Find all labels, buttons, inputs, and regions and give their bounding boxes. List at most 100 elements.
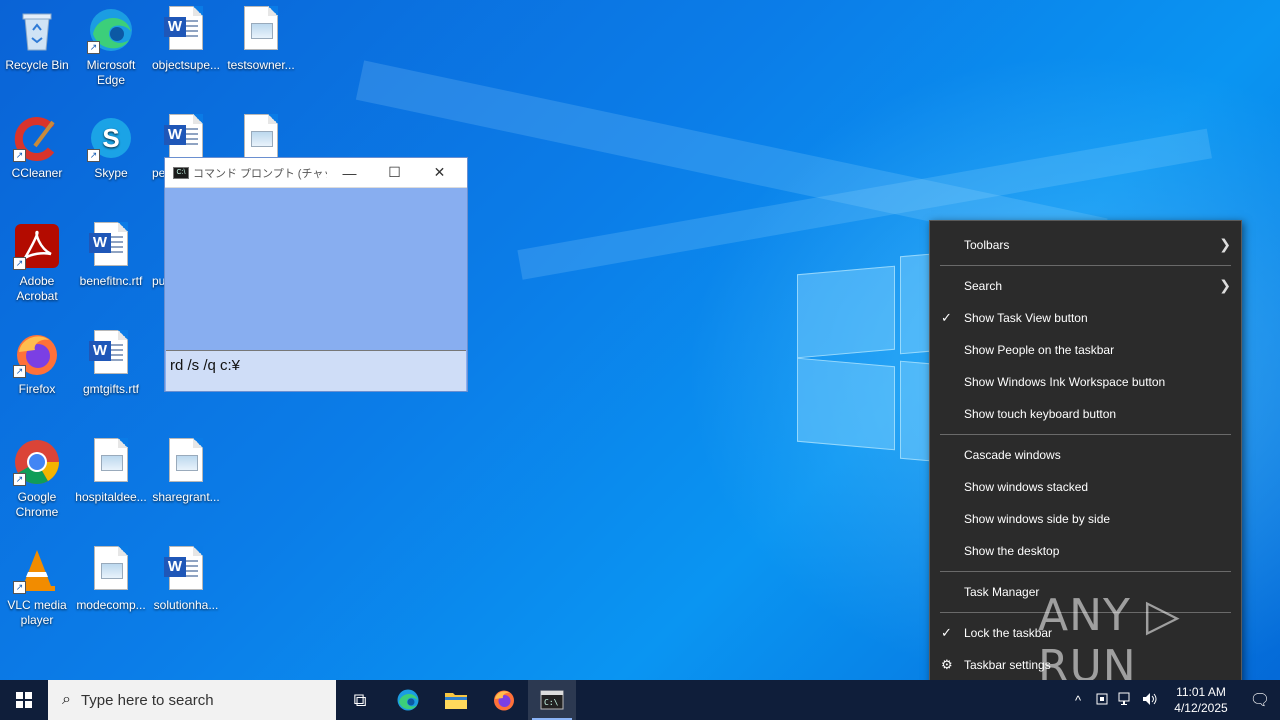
menu-item-label: Toolbars [964, 238, 1010, 252]
menu-item-show-task-view[interactable]: ✓ Show Task View button [930, 303, 1241, 333]
word-document-icon: W [162, 6, 210, 54]
acrobat-icon: ↗ [13, 222, 61, 270]
clock[interactable]: 11:01 AM 4/12/2025 [1162, 684, 1240, 716]
gear-icon: ⚙ [941, 657, 953, 672]
menu-item-windows-side-by-side[interactable]: Show windows side by side [930, 504, 1241, 534]
image-file-icon [237, 6, 285, 54]
desktop-icon-label: gmtgifts.rtf [82, 382, 139, 396]
desktop-icon-solutionha[interactable]: W solutionha... [149, 540, 223, 613]
wallpaper-logo-pane [797, 357, 895, 451]
desktop-icon-label: VLC media player [7, 598, 67, 627]
menu-item-label: Show touch keyboard button [964, 407, 1117, 421]
desktop-icon-vlc[interactable]: ↗ VLC media player [0, 540, 74, 628]
vlc-icon: ↗ [13, 546, 61, 594]
notification-center-icon[interactable]: 🗨 [1240, 690, 1280, 710]
desktop-icon-hospitaldee[interactable]: hospitaldee... [74, 432, 148, 505]
taskbar: ⌕ Type here to search ⧉ C:\ ^ 11:01 AM 4… [0, 680, 1280, 720]
desktop-icon-google-chrome[interactable]: ↗ Google Chrome [0, 432, 74, 520]
desktop-icon-recycle-bin[interactable]: Recycle Bin [0, 0, 74, 73]
desktop-icon-benefitnc[interactable]: W benefitnc.rtf [74, 216, 148, 289]
menu-item-cascade-windows[interactable]: Cascade windows [930, 440, 1241, 470]
file-explorer-icon [445, 693, 467, 709]
image-file-icon [237, 114, 285, 162]
system-tray: ^ 11:01 AM 4/12/2025 🗨 [1066, 680, 1280, 720]
menu-item-label: Search [964, 279, 1003, 293]
minimize-button[interactable]: — [327, 158, 372, 187]
command-prompt-window[interactable]: C:\ コマンド プロンプト (チャット... — ☐ ✕ rd /s /q c… [164, 157, 468, 392]
menu-item-show-people[interactable]: Show People on the taskbar [930, 335, 1241, 365]
edge-icon: ↗ [87, 6, 135, 54]
desktop-icon-objectsupe[interactable]: W objectsupe... [149, 0, 223, 73]
window-title-bar[interactable]: C:\ コマンド プロンプト (チャット... — ☐ ✕ [165, 158, 467, 188]
menu-item-label: Show windows side by side [964, 512, 1111, 526]
taskbar-app-command-prompt[interactable]: C:\ [528, 680, 576, 720]
taskbar-app-firefox[interactable] [480, 680, 528, 720]
menu-item-show-touch-keyboard[interactable]: Show touch keyboard button [930, 399, 1241, 429]
windows-logo-icon [16, 692, 32, 708]
shortcut-arrow-icon: ↗ [13, 581, 26, 594]
desktop-icon-label: Microsoft Edge [86, 58, 136, 87]
taskbar-search-box[interactable]: ⌕ Type here to search [48, 680, 336, 720]
desktop-icon-label: hospitaldee... [75, 490, 147, 504]
desktop-icon-label: Recycle Bin [5, 58, 69, 72]
command-input[interactable]: rd /s /q c:¥ [166, 350, 466, 391]
maximize-button[interactable]: ☐ [372, 158, 417, 187]
taskbar-app-edge[interactable] [384, 680, 432, 720]
wallpaper-logo-pane [797, 265, 895, 359]
desktop-icon-label: Adobe Acrobat [16, 274, 58, 303]
menu-item-windows-stacked[interactable]: Show windows stacked [930, 472, 1241, 502]
network-icon[interactable] [1114, 692, 1138, 709]
desktop-icon-testsowner[interactable]: testsowner... [224, 0, 298, 73]
desktop-icon-label: modecomp... [76, 598, 146, 612]
desktop-icon-modecomp[interactable]: modecomp... [74, 540, 148, 613]
taskbar-app-file-explorer[interactable] [432, 680, 480, 720]
chrome-icon: ↗ [13, 438, 61, 486]
menu-item-label: Show Task View button [964, 311, 1088, 325]
menu-item-label: Show the desktop [964, 544, 1060, 558]
task-view-button[interactable]: ⧉ [336, 680, 384, 720]
search-placeholder: Type here to search [80, 691, 214, 709]
show-hidden-icons-chevron[interactable]: ^ [1066, 693, 1090, 708]
word-document-icon: W [162, 114, 210, 162]
desktop-icon-gmtgifts[interactable]: W gmtgifts.rtf [74, 324, 148, 397]
desktop-icon-edge[interactable]: ↗ Microsoft Edge [74, 0, 148, 88]
svg-text:S: S [102, 123, 119, 153]
desktop-icon-label: sharegrant... [152, 490, 220, 504]
desktop-icon-label: Skype [94, 166, 128, 180]
menu-separator [940, 265, 1231, 266]
menu-item-label: Show Windows Ink Workspace button [964, 375, 1166, 389]
checkmark-icon: ✓ [941, 625, 952, 640]
desktop-icon-adobe-acrobat[interactable]: ↗ Adobe Acrobat [0, 216, 74, 304]
menu-item-search[interactable]: Search ❯ [930, 271, 1241, 301]
start-button[interactable] [0, 680, 48, 720]
desktop-icon-label: CCleaner [11, 166, 63, 180]
wallpaper-logo-pane [900, 360, 930, 462]
menu-item-label: Show People on the taskbar [964, 343, 1115, 357]
menu-item-show-ink-workspace[interactable]: Show Windows Ink Workspace button [930, 367, 1241, 397]
desktop-icon-label: benefitnc.rtf [79, 274, 143, 288]
word-document-icon: W [87, 330, 135, 378]
image-file-icon [162, 438, 210, 486]
desktop-icon-label: Firefox [18, 382, 56, 396]
shortcut-arrow-icon: ↗ [13, 365, 26, 378]
volume-icon[interactable] [1138, 692, 1162, 709]
firefox-icon [494, 690, 514, 711]
desktop-icon-skype[interactable]: S ↗ Skype [74, 108, 148, 181]
svg-text:C:\: C:\ [544, 698, 559, 707]
close-button[interactable]: ✕ [417, 158, 462, 187]
desktop-icon-firefox[interactable]: ↗ Firefox [0, 324, 74, 397]
desktop-icon-sharegrant[interactable]: sharegrant... [149, 432, 223, 505]
firefox-icon: ↗ [13, 330, 61, 378]
image-file-icon [87, 546, 135, 594]
menu-item-toolbars[interactable]: Toolbars ❯ [930, 230, 1241, 260]
word-document-icon: W [87, 222, 135, 270]
shortcut-arrow-icon: ↗ [13, 149, 26, 162]
task-view-icon: ⧉ [353, 689, 367, 710]
desktop-icon-label: solutionha... [153, 598, 219, 612]
taskbar-settings-tray-icon[interactable] [1090, 692, 1114, 709]
search-icon: ⌕ [62, 691, 71, 708]
shortcut-arrow-icon: ↗ [13, 257, 26, 270]
menu-item-show-desktop[interactable]: Show the desktop [930, 536, 1241, 566]
output-area [165, 188, 467, 350]
desktop-icon-ccleaner[interactable]: ↗ CCleaner [0, 108, 74, 181]
